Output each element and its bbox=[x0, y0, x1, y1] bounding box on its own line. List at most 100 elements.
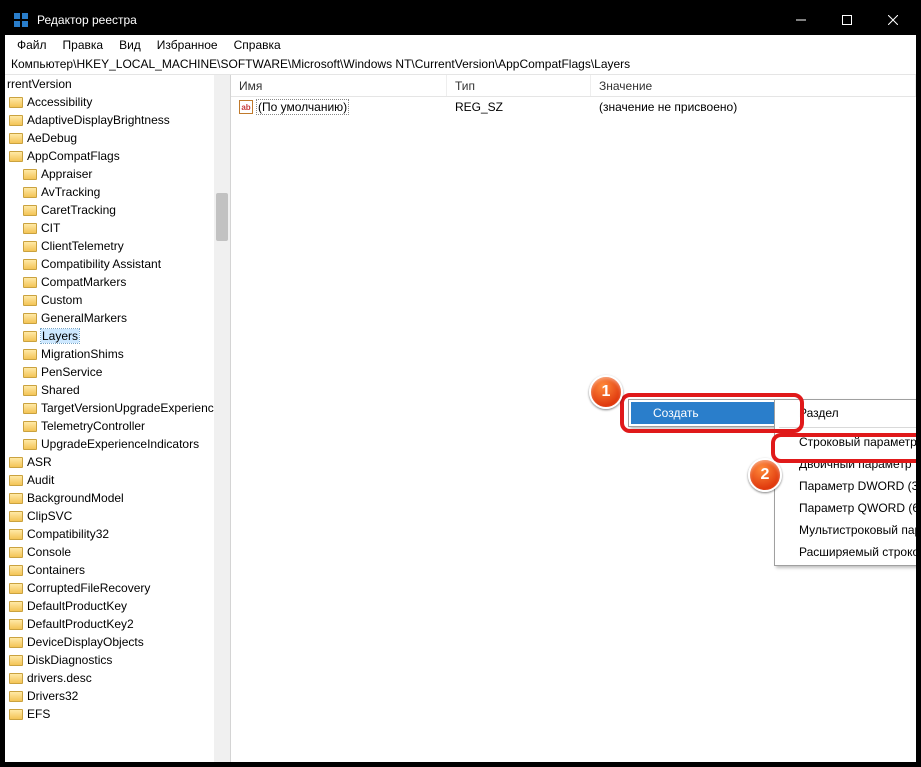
tree-item[interactable]: TargetVersionUpgradeExperienceIndicators bbox=[5, 399, 230, 417]
ctx-item[interactable]: Мультистроковый параметр bbox=[777, 519, 916, 541]
folder-icon bbox=[9, 601, 23, 612]
tree-item[interactable]: drivers.desc bbox=[5, 669, 230, 687]
menu-view[interactable]: Вид bbox=[113, 36, 147, 54]
folder-icon bbox=[23, 223, 37, 234]
tree-item[interactable]: Drivers32 bbox=[5, 687, 230, 705]
tree-scrollbar[interactable] bbox=[214, 75, 230, 762]
folder-icon bbox=[9, 493, 23, 504]
folder-icon bbox=[9, 637, 23, 648]
tree-item[interactable]: Accessibility bbox=[5, 93, 230, 111]
tree-item[interactable]: DefaultProductKey bbox=[5, 597, 230, 615]
ctx-item[interactable]: Расширяемый строковый параметр bbox=[777, 541, 916, 563]
tree-item[interactable]: AppCompatFlags bbox=[5, 147, 230, 165]
tree-item[interactable]: UpgradeExperienceIndicators bbox=[5, 435, 230, 453]
window-controls bbox=[778, 5, 916, 35]
tree-item[interactable]: PenService bbox=[5, 363, 230, 381]
value-row[interactable]: ab (По умолчанию) REG_SZ (значение не пр… bbox=[231, 97, 916, 117]
tree-item[interactable]: Layers bbox=[5, 327, 230, 345]
col-value[interactable]: Значение bbox=[591, 75, 916, 96]
titlebar[interactable]: Редактор реестра bbox=[5, 5, 916, 35]
tree-item-label: AppCompatFlags bbox=[27, 149, 120, 163]
ctx-create-label: Создать bbox=[653, 406, 699, 420]
tree-item[interactable]: Custom bbox=[5, 291, 230, 309]
tree-item-label: Layers bbox=[41, 329, 79, 343]
tree-item[interactable]: Console bbox=[5, 543, 230, 561]
tree-item[interactable]: Shared bbox=[5, 381, 230, 399]
ctx-item[interactable]: Параметр DWORD (32 бита) bbox=[777, 475, 916, 497]
tree-item[interactable]: Containers bbox=[5, 561, 230, 579]
tree-item-label: DefaultProductKey2 bbox=[27, 617, 134, 631]
col-type[interactable]: Тип bbox=[447, 75, 591, 96]
context-menu-primary[interactable]: Создать bbox=[628, 399, 796, 427]
tree-item-label: UpgradeExperienceIndicators bbox=[41, 437, 199, 451]
tree-item[interactable]: GeneralMarkers bbox=[5, 309, 230, 327]
folder-icon bbox=[23, 421, 37, 432]
folder-icon bbox=[23, 367, 37, 378]
menu-favorites[interactable]: Избранное bbox=[151, 36, 224, 54]
tree-item[interactable]: AeDebug bbox=[5, 129, 230, 147]
tree-item[interactable]: rrentVersion bbox=[5, 75, 230, 93]
tree-item[interactable]: Audit bbox=[5, 471, 230, 489]
address-bar[interactable]: Компьютер\HKEY_LOCAL_MACHINE\SOFTWARE\Mi… bbox=[5, 55, 916, 75]
close-button[interactable] bbox=[870, 5, 916, 35]
tree-item-label: ASR bbox=[27, 455, 52, 469]
ctx-create[interactable]: Создать bbox=[631, 402, 793, 424]
tree-item[interactable]: DeviceDisplayObjects bbox=[5, 633, 230, 651]
tree-item[interactable]: DiskDiagnostics bbox=[5, 651, 230, 669]
app-icon bbox=[13, 12, 29, 28]
string-value-icon: ab bbox=[239, 100, 253, 114]
tree-item-label: DiskDiagnostics bbox=[27, 653, 112, 667]
tree-item-label: AvTracking bbox=[41, 185, 100, 199]
tree-item[interactable]: ASR bbox=[5, 453, 230, 471]
tree-panel[interactable]: rrentVersionAccessibilityAdaptiveDisplay… bbox=[5, 75, 231, 762]
tree-item[interactable]: CompatMarkers bbox=[5, 273, 230, 291]
tree-item-label: BackgroundModel bbox=[27, 491, 124, 505]
minimize-button[interactable] bbox=[778, 5, 824, 35]
tree-item[interactable]: EFS bbox=[5, 705, 230, 723]
folder-icon bbox=[9, 457, 23, 468]
tree-item[interactable]: BackgroundModel bbox=[5, 489, 230, 507]
tree-item-label: DefaultProductKey bbox=[27, 599, 127, 613]
context-menu-secondary[interactable]: Раздел Строковый параметрДвоичный парамет… bbox=[774, 399, 916, 566]
value-data: (значение не присвоено) bbox=[591, 100, 916, 114]
folder-icon bbox=[23, 439, 37, 450]
folder-icon bbox=[9, 529, 23, 540]
tree-item[interactable]: AdaptiveDisplayBrightness bbox=[5, 111, 230, 129]
menu-file[interactable]: Файл bbox=[11, 36, 53, 54]
tree-item[interactable]: MigrationShims bbox=[5, 345, 230, 363]
tree-item-label: Compatibility Assistant bbox=[41, 257, 161, 271]
tree-item[interactable]: CorruptedFileRecovery bbox=[5, 579, 230, 597]
tree-item[interactable]: CaretTracking bbox=[5, 201, 230, 219]
scrollbar-thumb[interactable] bbox=[216, 193, 228, 241]
ctx-item[interactable]: Двоичный параметр bbox=[777, 453, 916, 475]
menu-edit[interactable]: Правка bbox=[57, 36, 110, 54]
tree-item[interactable]: CIT bbox=[5, 219, 230, 237]
tree-item[interactable]: Compatibility32 bbox=[5, 525, 230, 543]
value-list-panel[interactable]: Имя Тип Значение ab (По умолчанию) REG_S… bbox=[231, 75, 916, 762]
list-header[interactable]: Имя Тип Значение bbox=[231, 75, 916, 97]
folder-icon bbox=[9, 547, 23, 558]
tree-item-label: CIT bbox=[41, 221, 60, 235]
folder-icon bbox=[9, 709, 23, 720]
tree-item-label: CompatMarkers bbox=[41, 275, 126, 289]
tree-item-label: MigrationShims bbox=[41, 347, 124, 361]
tree-item[interactable]: ClientTelemetry bbox=[5, 237, 230, 255]
app-window: Редактор реестра Файл Правка Вид Избранн… bbox=[0, 0, 921, 767]
value-type: REG_SZ bbox=[447, 100, 591, 114]
maximize-button[interactable] bbox=[824, 5, 870, 35]
tree-item[interactable]: TelemetryController bbox=[5, 417, 230, 435]
col-name[interactable]: Имя bbox=[231, 75, 447, 96]
tree-item[interactable]: Appraiser bbox=[5, 165, 230, 183]
window-title: Редактор реестра bbox=[37, 13, 778, 27]
tree-item[interactable]: DefaultProductKey2 bbox=[5, 615, 230, 633]
tree-item-label: Shared bbox=[41, 383, 80, 397]
tree-item-label: Custom bbox=[41, 293, 82, 307]
ctx-item[interactable]: Раздел bbox=[777, 402, 916, 424]
tree-item[interactable]: ClipSVC bbox=[5, 507, 230, 525]
menu-help[interactable]: Справка bbox=[228, 36, 287, 54]
tree-item[interactable]: Compatibility Assistant bbox=[5, 255, 230, 273]
tree-item[interactable]: AvTracking bbox=[5, 183, 230, 201]
tree-item-label: Appraiser bbox=[41, 167, 92, 181]
ctx-item[interactable]: Строковый параметр bbox=[777, 431, 916, 453]
ctx-item[interactable]: Параметр QWORD (64 бита) bbox=[777, 497, 916, 519]
